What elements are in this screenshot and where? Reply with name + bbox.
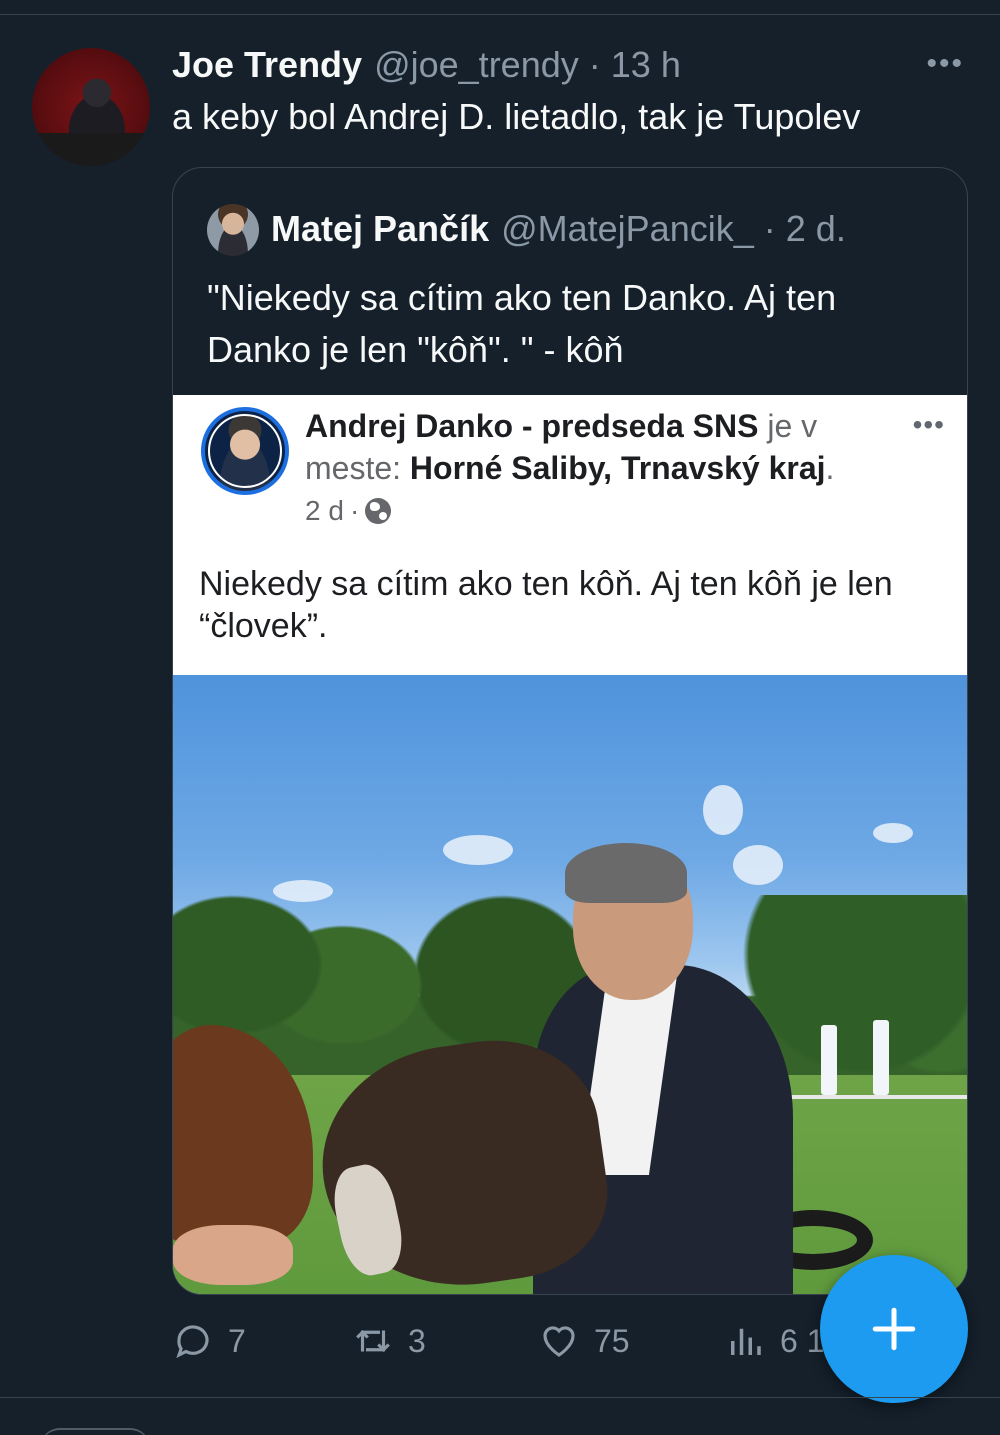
tweet-header: Joe Trendy @joe_trendy · 13 h bbox=[172, 44, 681, 88]
quoted-author-handle: @MatejPancik_ · 2 d. bbox=[501, 208, 846, 250]
tweet-time[interactable]: 13 h bbox=[611, 44, 681, 85]
like-count: 75 bbox=[594, 1322, 630, 1359]
cloud bbox=[733, 845, 783, 885]
post-photo[interactable] bbox=[173, 675, 967, 1294]
quoted-tweet-header: Matej Pančík @MatejPancik_ · 2 d. bbox=[271, 208, 846, 250]
quoted-tweet[interactable]: Matej Pančík @MatejPancik_ · 2 d. "Nieke… bbox=[172, 167, 968, 1295]
reply-icon bbox=[176, 1325, 209, 1359]
plus-icon bbox=[872, 1307, 916, 1351]
quoted-handle-text: @MatejPancik_ bbox=[501, 208, 754, 249]
retweet-button[interactable]: 3 bbox=[352, 1318, 426, 1364]
man-hair bbox=[565, 843, 687, 903]
flag-banner bbox=[873, 1020, 889, 1095]
facebook-post-header: Andrej Danko - predseda SNS je v meste: … bbox=[305, 405, 875, 489]
tweet-actions: 7 3 75 6 1 bbox=[172, 1318, 832, 1364]
like-button[interactable]: 75 bbox=[538, 1318, 630, 1364]
facebook-page-avatar bbox=[201, 407, 289, 495]
reply-button[interactable]: 7 bbox=[172, 1318, 246, 1364]
facebook-post-meta: 2 d · bbox=[305, 495, 392, 527]
bottom-divider bbox=[0, 1397, 1000, 1398]
retweet-icon bbox=[356, 1330, 390, 1352]
author-name[interactable]: Joe Trendy bbox=[172, 44, 362, 86]
quoted-author-avatar bbox=[207, 204, 259, 256]
separator: · bbox=[763, 208, 776, 249]
cloud bbox=[703, 785, 743, 835]
cloud bbox=[443, 835, 513, 865]
author-handle[interactable]: @joe_trendy · 13 h bbox=[374, 44, 681, 86]
tweet-text: a keby bol Andrej D. lietadlo, tak je Tu… bbox=[172, 96, 861, 137]
facebook-location: Horné Saliby, Trnavský kraj bbox=[409, 450, 826, 486]
cloud bbox=[873, 823, 913, 843]
globe-icon bbox=[365, 498, 392, 524]
separator: · bbox=[588, 44, 601, 85]
views-count: 6 1 bbox=[780, 1322, 825, 1359]
quoted-tweet-text: "Niekedy sa cítim ako ten Danko. Aj ten … bbox=[207, 277, 837, 370]
facebook-post-screenshot: Andrej Danko - predseda SNS je v meste: … bbox=[173, 395, 967, 675]
location-suffix: . bbox=[825, 450, 835, 486]
more-options-icon[interactable]: ••• bbox=[926, 49, 964, 79]
quoted-tweet-time: 2 d. bbox=[785, 208, 846, 249]
quoted-author-name: Matej Pančík bbox=[271, 208, 490, 249]
reply-count: 7 bbox=[228, 1322, 246, 1359]
views-icon bbox=[731, 1328, 761, 1355]
facebook-page-name: Andrej Danko - predseda SNS bbox=[305, 408, 759, 444]
fence bbox=[773, 1095, 967, 1099]
retweet-count: 3 bbox=[408, 1322, 426, 1359]
facebook-post-text: Niekedy sa cítim ako ten kôň. Aj ten kôň… bbox=[199, 565, 893, 645]
facebook-post-time: 2 d bbox=[305, 495, 344, 526]
views-button[interactable]: 6 1 bbox=[724, 1318, 824, 1364]
separator: · bbox=[349, 495, 360, 526]
heart-icon bbox=[543, 1326, 575, 1357]
top-divider bbox=[0, 14, 1000, 15]
flag-banner bbox=[821, 1025, 837, 1095]
hand bbox=[173, 1225, 293, 1285]
facebook-more-icon: ••• bbox=[912, 409, 945, 440]
next-tweet-avatar bbox=[40, 1428, 150, 1435]
author-avatar[interactable] bbox=[32, 48, 150, 166]
author-handle-text: @joe_trendy bbox=[374, 44, 579, 85]
compose-button[interactable] bbox=[820, 1255, 968, 1403]
